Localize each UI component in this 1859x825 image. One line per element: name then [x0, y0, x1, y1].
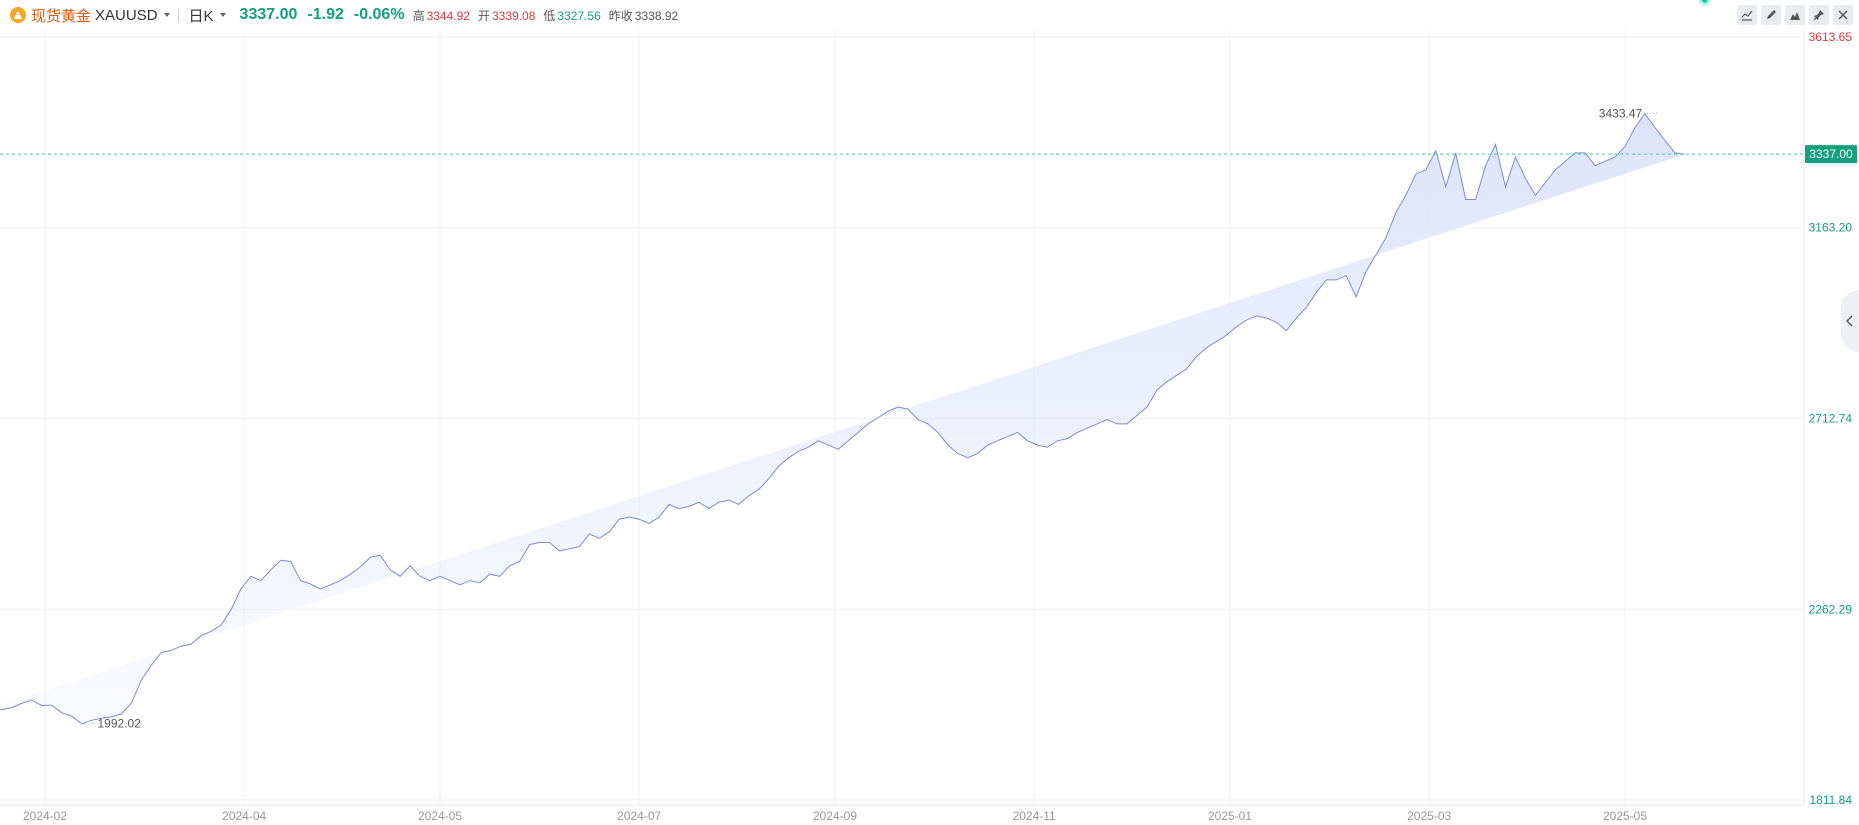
y-tick-label-4: 1811.84 [1810, 793, 1853, 807]
x-tick-label-8: 2025-05 [1603, 809, 1647, 823]
price-change: -1.92 [307, 6, 344, 23]
open-stat: 开 3339.08 [478, 7, 535, 24]
draw-icon[interactable] [1761, 5, 1781, 25]
indicator-icon[interactable] [1737, 5, 1757, 25]
x-tick-label-1: 2024-04 [222, 809, 266, 823]
price-chart[interactable]: 3613.65 3163.20 2712.74 2262.29 1811.84 2024… [0, 0, 1859, 825]
x-tick-label-6: 2025-01 [1208, 809, 1252, 823]
x-tick-label-0: 2024-02 [23, 809, 67, 823]
instrument-name[interactable]: 现货黄金 [31, 5, 91, 26]
prev-close-stat: 昨收 3338.92 [609, 7, 678, 24]
gold-icon [10, 7, 26, 23]
x-tick-label-4: 2024-09 [813, 809, 857, 823]
low-label: 低 [543, 8, 556, 23]
chart-grid [0, 30, 1805, 806]
x-tick-label-3: 2024-07 [617, 809, 661, 823]
annotation-label-1: 1992.02 [98, 717, 142, 731]
instrument-symbol[interactable]: XAUUSD [95, 7, 158, 24]
last-price: 3337.00 [239, 6, 298, 23]
y-tick-label-3: 2262.29 [1809, 602, 1853, 616]
pin-icon[interactable] [1809, 5, 1829, 25]
close-icon[interactable] [1833, 5, 1853, 25]
chevron-left-icon [1845, 315, 1853, 327]
divider [177, 8, 179, 22]
y-tick-label-1: 3163.20 [1809, 221, 1853, 235]
prev-close-value: 3338.92 [634, 8, 679, 23]
open-label: 开 [477, 8, 490, 23]
x-axis: 2024-02 2024-04 2024-05 2024-07 2024-09 2024-… [23, 809, 1647, 823]
low-stat: 低 3327.56 [543, 7, 600, 24]
low-value: 3327.56 [557, 8, 601, 23]
annotation-label-0: 3433.47 [1599, 106, 1643, 120]
symbol-dropdown-icon[interactable] [163, 13, 170, 17]
period-dropdown-icon[interactable] [219, 13, 226, 17]
price-change-pct: -0.06% [353, 6, 405, 23]
collapse-panel-handle[interactable] [1841, 290, 1859, 352]
period-selector[interactable]: 日K [189, 5, 214, 26]
x-tick-label-5: 2024-11 [1013, 809, 1056, 823]
chart-type-icon[interactable] [1785, 5, 1805, 25]
current-price-label: 3337.00 [1809, 147, 1853, 161]
high-label: 高 [412, 8, 425, 23]
chart-toolbar [1737, 5, 1853, 25]
quote-header: 现货黄金 XAUUSD 日K 3337.00 -1.92 -0.06% 高 334… [0, 0, 1859, 30]
high-stat: 高 3344.92 [413, 7, 470, 24]
y-tick-label-2: 2712.74 [1809, 412, 1853, 426]
high-value: 3344.92 [426, 8, 470, 23]
prev-close-label: 昨收 [608, 8, 633, 23]
y-tick-label-0: 3613.65 [1809, 30, 1853, 44]
x-tick-label-2: 2024-05 [418, 809, 462, 823]
x-tick-label-7: 2025-03 [1407, 809, 1451, 823]
open-value: 3339.08 [491, 8, 536, 23]
